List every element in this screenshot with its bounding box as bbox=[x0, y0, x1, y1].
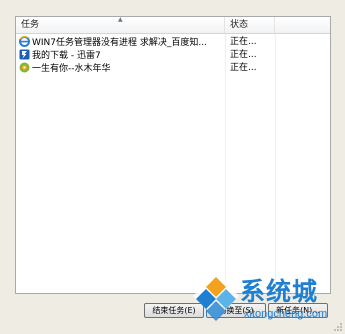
xitongcheng-logo-icon bbox=[193, 273, 239, 321]
sort-ascending-icon: ▲ bbox=[118, 16, 123, 23]
task-cell: 一生有你--水木年华 bbox=[19, 62, 223, 75]
column-header-filler bbox=[275, 17, 330, 33]
task-cell: WIN7任务管理器没有进程 求解决_百度知... bbox=[19, 36, 223, 49]
table-row[interactable]: WIN7任务管理器没有进程 求解决_百度知... 正在... bbox=[16, 36, 330, 49]
watermark-url: xitongcheng.com bbox=[244, 308, 328, 320]
column-header-task-label: 任务 bbox=[21, 20, 40, 30]
task-list[interactable]: 任务 ▲ 状态 WIN7任务管理器没有进程 求解决_百度知... 正在... 我… bbox=[15, 16, 331, 294]
table-row[interactable]: 一生有你--水木年华 正在... bbox=[16, 62, 330, 75]
task-name: 我的下载 - 迅雷7 bbox=[32, 51, 101, 61]
task-manager-applications-panel: 任务 ▲ 状态 WIN7任务管理器没有进程 求解决_百度知... 正在... 我… bbox=[0, 0, 345, 334]
media-player-icon bbox=[19, 62, 30, 73]
task-name: WIN7任务管理器没有进程 求解决_百度知... bbox=[32, 38, 207, 48]
task-name: 一生有你--水木年华 bbox=[32, 64, 111, 74]
status-cell: 正在... bbox=[230, 37, 257, 47]
watermark: 系统城 xitongcheng.com bbox=[190, 270, 345, 334]
resize-grip-icon[interactable] bbox=[333, 322, 343, 332]
column-header-status-label: 状态 bbox=[230, 20, 249, 30]
ie-browser-icon bbox=[19, 36, 30, 47]
thunder-download-icon bbox=[19, 49, 30, 60]
status-cell: 正在... bbox=[230, 50, 257, 60]
table-row[interactable]: 我的下载 - 迅雷7 正在... bbox=[16, 49, 330, 62]
column-header-status[interactable]: 状态 bbox=[225, 17, 275, 33]
status-cell: 正在... bbox=[230, 63, 257, 73]
watermark-title: 系统城 bbox=[240, 277, 319, 306]
list-header: 任务 ▲ 状态 bbox=[16, 17, 330, 34]
task-cell: 我的下载 - 迅雷7 bbox=[19, 49, 223, 62]
